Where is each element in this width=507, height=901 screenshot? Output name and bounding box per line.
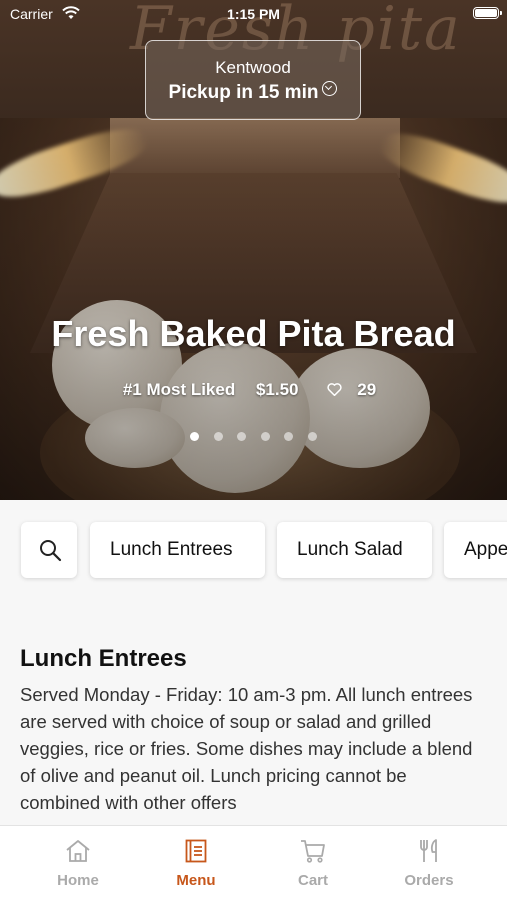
featured-carousel[interactable]: Fresh Baked Pita Bread #1 Most Liked $1.… (0, 118, 507, 500)
heart-icon (327, 383, 342, 396)
carousel-page-indicator[interactable] (0, 428, 507, 446)
tab-cart-label: Cart (297, 872, 328, 889)
carousel-dot[interactable] (190, 432, 200, 441)
category-tab-lunch-entrees[interactable]: Lunch Entrees (90, 522, 265, 578)
pickup-time: Pickup in 15 min (146, 81, 360, 104)
carousel-dot[interactable] (213, 432, 223, 441)
carousel-dot[interactable] (260, 432, 270, 441)
bottom-tab-bar: Home Menu Cart Orders (0, 825, 507, 901)
carousel-dot[interactable] (284, 432, 294, 441)
featured-item-meta: #1 Most Liked $1.50 29 (0, 380, 507, 400)
tab-home[interactable]: Home (15, 826, 141, 901)
carousel-dot[interactable] (237, 432, 247, 441)
featured-item-price: $1.50 (255, 380, 299, 399)
clock: 1:15 PM (227, 6, 280, 22)
battery-icon (473, 7, 502, 19)
tab-cart[interactable]: Cart (250, 826, 376, 901)
tab-orders[interactable]: Orders (366, 826, 492, 901)
status-bar: Carrier 1:15 PM (0, 0, 507, 28)
tab-home-label: Home (57, 872, 99, 889)
featured-item-title[interactable]: Fresh Baked Pita Bread (0, 313, 507, 355)
most-liked-badge: #1 Most Liked (122, 380, 236, 399)
utensils-icon (420, 839, 437, 862)
category-tab-appetizers[interactable]: Appe (444, 522, 507, 578)
category-tab-lunch-salad[interactable]: Lunch Salad (277, 522, 432, 578)
chevron-down-circle-icon (322, 81, 338, 96)
menu-book-icon (185, 839, 207, 863)
home-icon (66, 840, 90, 862)
search-icon (40, 540, 62, 562)
tab-menu-label: Menu (176, 872, 216, 889)
like-count[interactable]: 29 (319, 380, 384, 399)
search-button[interactable] (21, 522, 77, 578)
cart-icon (301, 840, 325, 863)
carousel-dot[interactable] (307, 432, 317, 441)
location-selector[interactable]: Kentwood Pickup in 15 min (145, 40, 361, 120)
tab-orders-label: Orders (404, 872, 454, 889)
section-title: Lunch Entrees (20, 645, 187, 672)
category-bar[interactable]: Lunch Entrees Lunch Salad Appe (0, 500, 507, 600)
section-description: Served Monday - Friday: 10 am-3 pm. All … (20, 684, 473, 813)
menu-section: Lunch Entrees Served Monday - Friday: 10… (20, 645, 490, 816)
tab-menu[interactable]: Menu (133, 826, 259, 901)
location-name: Kentwood (215, 58, 291, 77)
